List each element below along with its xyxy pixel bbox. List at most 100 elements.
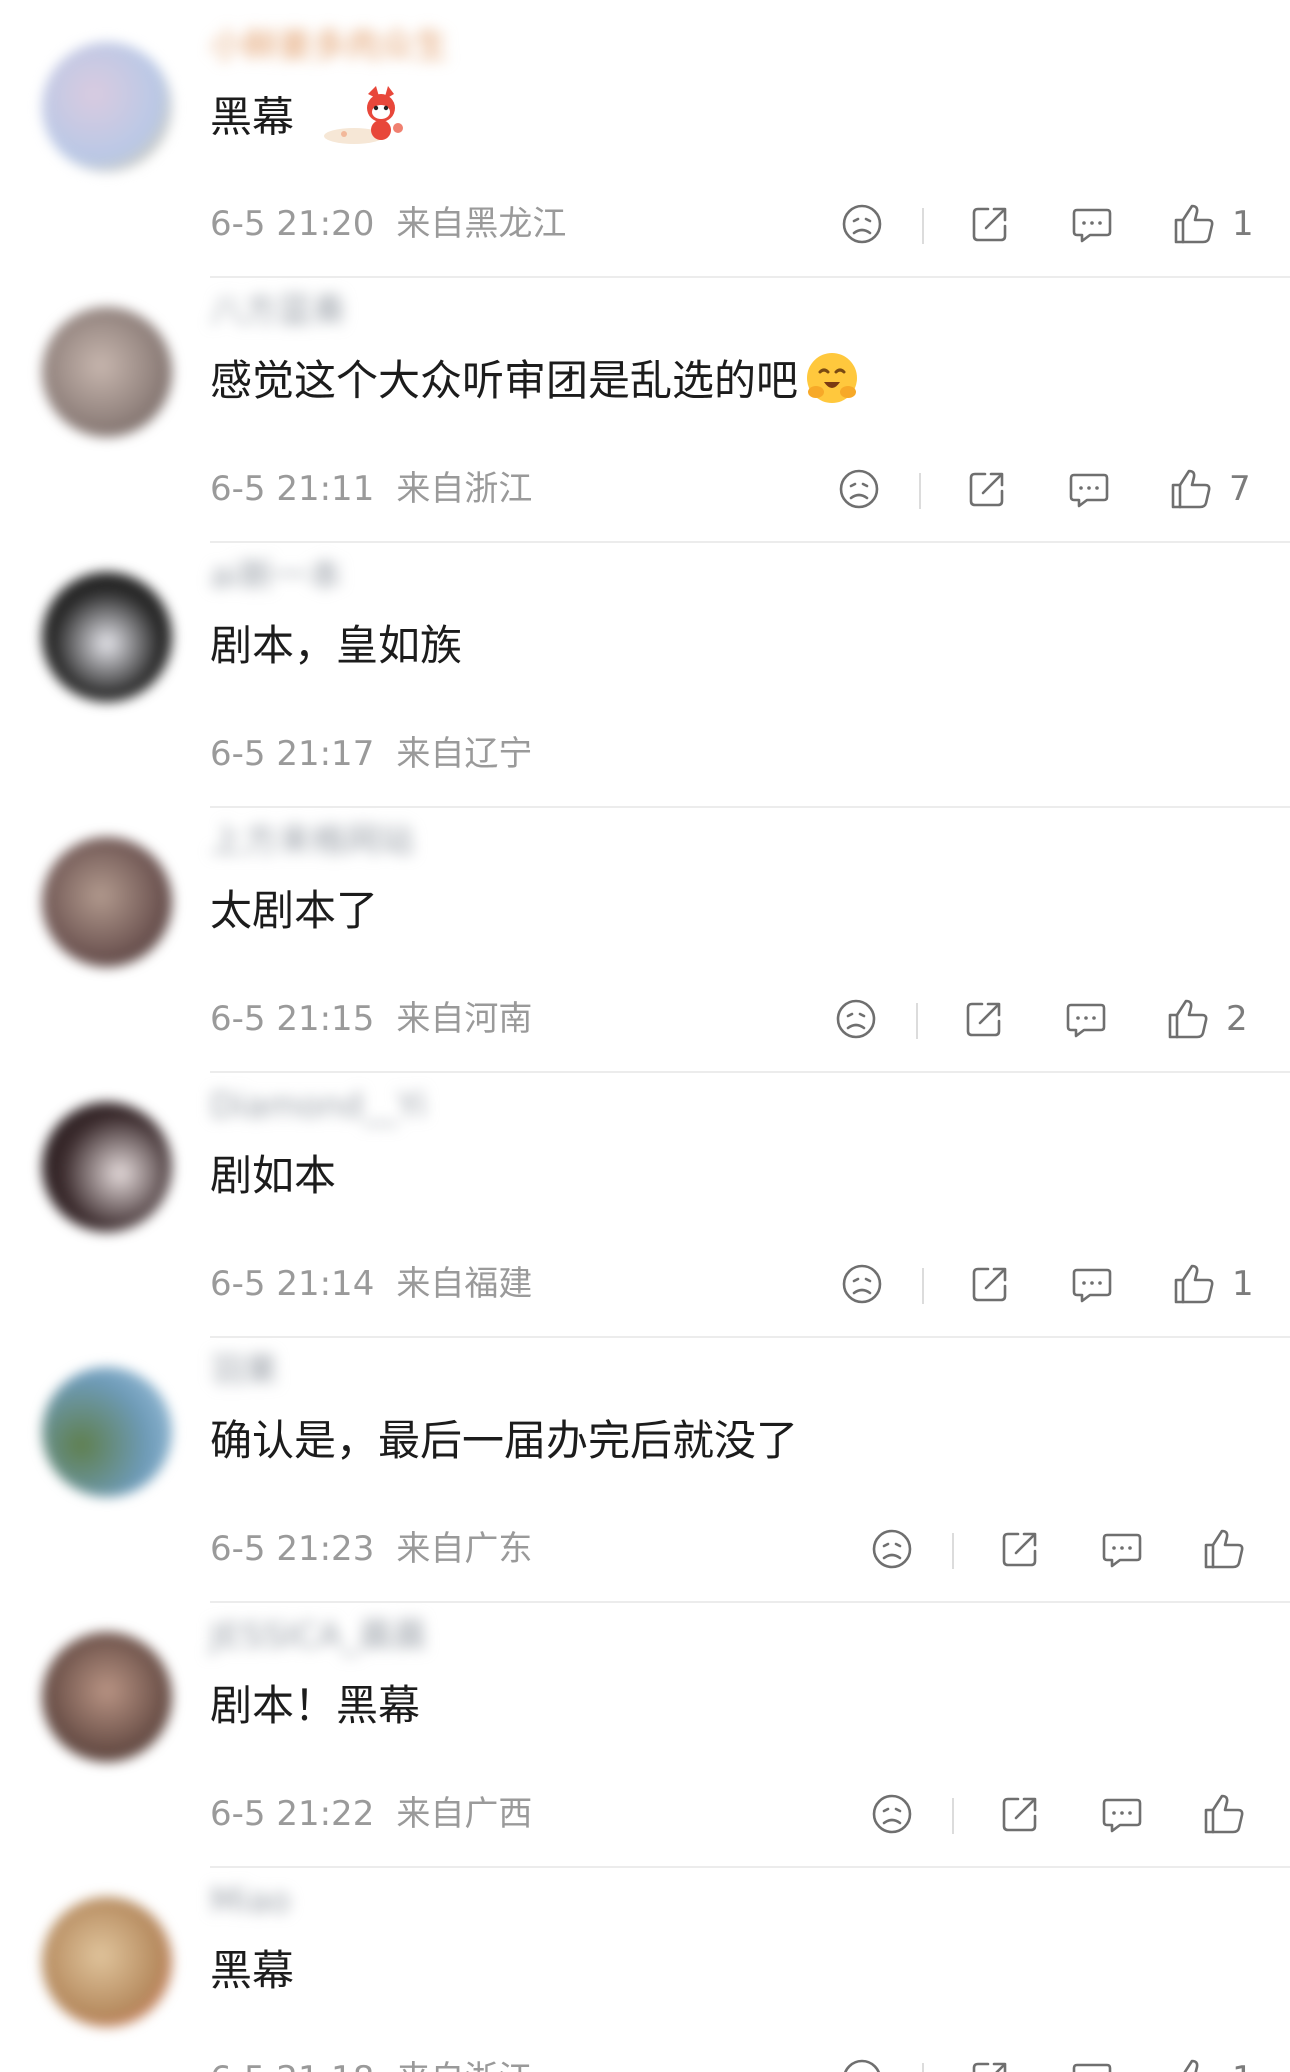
- comment-text: 感觉这个大众听审团是乱选的吧: [210, 350, 860, 412]
- avatar[interactable]: [42, 1367, 172, 1497]
- timestamp: 6-5 21:22: [210, 1794, 375, 1834]
- comment-meta: 6-5 21:15 来自河南: [210, 995, 532, 1043]
- timestamp: 6-5 21:15: [210, 999, 375, 1039]
- location: 来自辽宁: [396, 734, 533, 774]
- comment-text-content: 确认是，最后一届办完后就没了: [210, 1416, 799, 1465]
- comment-text: 剧本！黑幕: [210, 1678, 420, 1734]
- thumbs-up-icon[interactable]: [1200, 1790, 1248, 1838]
- comment-meta: 6-5 21:11 来自浙江: [210, 465, 532, 513]
- comment-item: Miao 黑幕 6-5 21:18 来自浙江 1: [0, 1855, 1290, 2072]
- comment-text-content: 剧如本: [210, 1151, 337, 1200]
- like-count: 1: [1232, 1264, 1254, 1304]
- thumbs-up-icon[interactable]: [1200, 1525, 1248, 1573]
- thumbs-up-icon[interactable]: [1170, 2055, 1218, 2072]
- timestamp: 6-5 21:11: [210, 469, 375, 509]
- comment-item: 八方蓝奏 感觉这个大众听审团是乱选的吧 6-5 21:11 来自浙江 7: [0, 265, 1290, 543]
- username[interactable]: 小鲜姜多肉众生: [210, 22, 448, 70]
- comment-text-content: 太剧本了: [210, 886, 379, 935]
- dislike-face-icon[interactable]: [838, 2055, 886, 2072]
- timestamp: 6-5 21:14: [210, 1264, 375, 1304]
- reply-icon[interactable]: [1098, 1790, 1146, 1838]
- dislike-face-icon[interactable]: [838, 1260, 886, 1308]
- username[interactable]: JESSICA_晨晨: [210, 1612, 427, 1660]
- username[interactable]: 上方来格网站: [210, 817, 414, 865]
- avatar[interactable]: [42, 1897, 172, 2027]
- location: 来自广西: [396, 1794, 533, 1834]
- share-icon[interactable]: [996, 1525, 1044, 1573]
- comment-text: 黑幕: [210, 86, 410, 152]
- timestamp: 6-5 21:17: [210, 734, 375, 774]
- dislike-face-icon[interactable]: [868, 1525, 916, 1573]
- location: 来自黑龙江: [396, 204, 567, 244]
- comment-text-content: 黑幕: [210, 1946, 295, 1995]
- divider: [922, 208, 924, 244]
- comment-feed: 小鲜姜多肉众生 黑幕 6-5 21:20 来自黑龙江 1 八方蓝奏 感觉这个大众…: [0, 0, 1290, 2072]
- divider: [952, 1798, 954, 1834]
- timestamp: 6-5 21:18: [210, 2059, 374, 2072]
- comment-item: 小鲜姜多肉众生 黑幕 6-5 21:20 来自黑龙江 1: [0, 0, 1290, 278]
- comment-text-content: 剧本，皇如族: [210, 621, 463, 670]
- like-count: 2: [1226, 999, 1248, 1039]
- divider: [922, 2063, 924, 2072]
- dislike-face-icon[interactable]: [835, 465, 883, 513]
- reply-icon[interactable]: [1065, 465, 1113, 513]
- username[interactable]: Miao: [210, 1877, 290, 1925]
- divider: [952, 1533, 954, 1569]
- location: 来自福建: [396, 1264, 533, 1304]
- comment-text: 剧本，皇如族: [210, 618, 462, 674]
- reply-icon[interactable]: [1068, 1260, 1116, 1308]
- username[interactable]: 羽果: [210, 1347, 278, 1395]
- avatar[interactable]: [42, 1102, 172, 1232]
- comment-item: Diamond__Yi 剧如本 6-5 21:14 来自福建 1: [0, 1060, 1290, 1338]
- comment-item: 羽果 确认是，最后一届办完后就没了 6-5 21:23 来自广东: [0, 1325, 1290, 1603]
- comment-text: 太剧本了: [210, 883, 378, 939]
- comment-text: 剧如本: [210, 1148, 336, 1204]
- thumbs-up-icon[interactable]: [1170, 200, 1218, 248]
- thumbs-up-icon[interactable]: [1167, 465, 1215, 513]
- divider: [919, 473, 921, 509]
- share-icon[interactable]: [966, 200, 1014, 248]
- share-icon[interactable]: [963, 465, 1011, 513]
- divider: [916, 1003, 918, 1039]
- like-count: 1: [1232, 204, 1254, 244]
- location: 来自浙江: [396, 469, 533, 509]
- dislike-face-icon[interactable]: [832, 995, 880, 1043]
- share-icon[interactable]: [996, 1790, 1044, 1838]
- avatar[interactable]: [42, 572, 172, 702]
- avatar[interactable]: [42, 1632, 172, 1762]
- thumbs-up-icon[interactable]: [1170, 1260, 1218, 1308]
- comment-item: JESSICA_晨晨 剧本！黑幕 6-5 21:22 来自广西: [0, 1590, 1290, 1868]
- comment-meta: 6-5 21:18 来自浙江: [210, 2055, 532, 2072]
- reply-icon[interactable]: [1098, 1525, 1146, 1573]
- like-count: 7: [1229, 469, 1251, 509]
- like-count: 1: [1232, 2055, 1254, 2072]
- reply-icon[interactable]: [1068, 200, 1116, 248]
- comment-item: ai新一本 剧本，皇如族 6-5 21:17 来自辽宁: [0, 530, 1290, 808]
- share-icon[interactable]: [966, 1260, 1014, 1308]
- avatar[interactable]: [42, 42, 172, 172]
- thumbs-up-icon[interactable]: [1164, 995, 1212, 1043]
- share-icon[interactable]: [960, 995, 1008, 1043]
- username[interactable]: ai新一本: [210, 552, 342, 600]
- reply-icon[interactable]: [1068, 2055, 1116, 2072]
- comment-meta: 6-5 21:20 来自黑龙江: [210, 200, 566, 248]
- comment-text-content: 感觉这个大众听审团是乱选的吧: [210, 356, 799, 405]
- location: 来自浙江: [396, 2059, 532, 2072]
- comment-meta: 6-5 21:14 来自福建: [210, 1260, 532, 1308]
- comment-meta: 6-5 21:22 来自广西: [210, 1790, 532, 1838]
- dislike-face-icon[interactable]: [868, 1790, 916, 1838]
- username[interactable]: 八方蓝奏: [210, 287, 346, 335]
- timestamp: 6-5 21:23: [210, 1529, 375, 1569]
- dislike-face-icon[interactable]: [838, 200, 886, 248]
- username[interactable]: Diamond__Yi: [210, 1082, 427, 1130]
- comment-text: 确认是，最后一届办完后就没了: [210, 1413, 798, 1469]
- comment-meta: 6-5 21:23 来自广东: [210, 1525, 532, 1573]
- reply-icon[interactable]: [1062, 995, 1110, 1043]
- avatar[interactable]: [42, 837, 172, 967]
- smiling-face-emoji: [804, 350, 860, 406]
- timestamp: 6-5 21:20: [210, 204, 375, 244]
- location: 来自河南: [396, 999, 533, 1039]
- comment-text: 黑幕: [210, 1943, 294, 1999]
- avatar[interactable]: [42, 307, 172, 437]
- share-icon[interactable]: [966, 2055, 1014, 2072]
